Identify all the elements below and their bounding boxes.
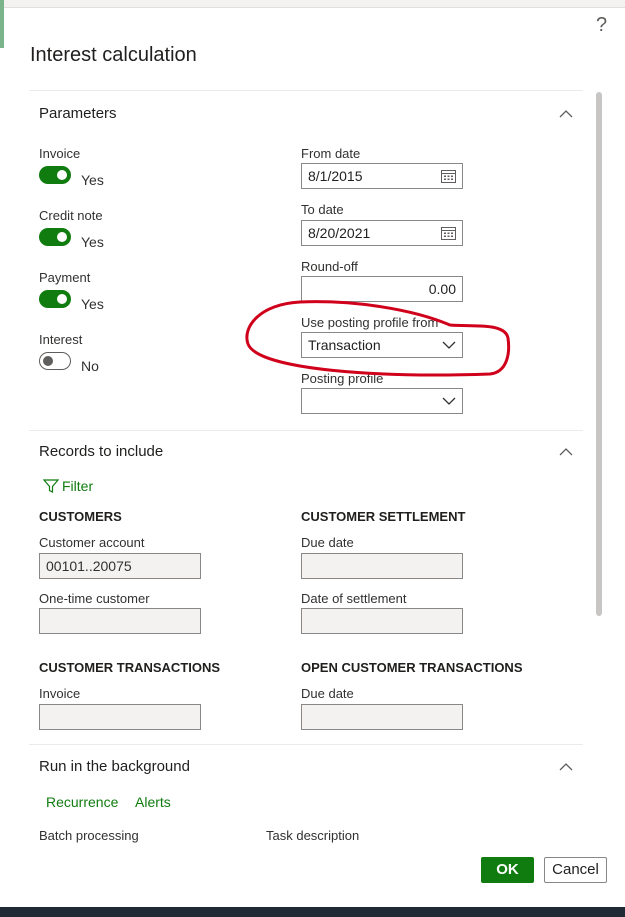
help-icon[interactable]: ? — [596, 14, 607, 37]
posting-from-label: Use posting profile from — [301, 315, 439, 330]
open-transactions-due-date-label: Due date — [301, 686, 354, 701]
credit-note-toggle-value: Yes — [81, 234, 104, 250]
to-date-input[interactable]: 8/20/2021 — [301, 220, 463, 246]
toggle-knob — [57, 170, 67, 180]
one-time-customer-field[interactable] — [39, 608, 201, 634]
customer-account-label: Customer account — [39, 535, 145, 550]
chevron-down-icon[interactable] — [442, 396, 456, 406]
chevron-down-icon[interactable] — [442, 340, 456, 350]
settlement-heading: CUSTOMER SETTLEMENT — [301, 509, 466, 524]
interest-toggle[interactable] — [39, 352, 71, 370]
chevron-up-icon[interactable] — [559, 445, 573, 459]
background-heading[interactable]: Run in the background — [39, 758, 190, 775]
round-off-value: 0.00 — [428, 281, 456, 297]
scrollbar[interactable] — [596, 92, 602, 616]
transactions-invoice-label: Invoice — [39, 686, 81, 701]
posting-from-value: Transaction — [308, 337, 381, 353]
dialog-content: Parameters Invoice Yes Credit note Yes P… — [29, 90, 583, 850]
taskbar — [0, 907, 625, 917]
invoice-toggle[interactable] — [39, 166, 71, 184]
settlement-due-date-field[interactable] — [301, 553, 463, 579]
round-off-label: Round-off — [301, 259, 358, 274]
settlement-date-label: Date of settlement — [301, 591, 407, 606]
settlement-date-field[interactable] — [301, 608, 463, 634]
from-date-value: 8/1/2015 — [308, 168, 363, 184]
ok-button[interactable]: OK — [481, 857, 534, 883]
dialog-title: Interest calculation — [30, 44, 197, 66]
task-description-label: Task description — [266, 828, 360, 843]
customer-account-value: 00101..20075 — [46, 558, 132, 574]
top-bar — [0, 0, 625, 8]
cancel-button[interactable]: Cancel — [544, 857, 607, 883]
customers-heading: CUSTOMERS — [39, 509, 122, 524]
interest-toggle-value: No — [81, 358, 99, 374]
section-divider — [29, 430, 583, 431]
invoice-toggle-label: Invoice — [39, 146, 81, 161]
credit-note-toggle[interactable] — [39, 228, 71, 246]
customer-transactions-heading: CUSTOMER TRANSACTIONS — [39, 660, 221, 675]
one-time-customer-label: One-time customer — [39, 591, 150, 606]
posting-from-select[interactable]: Transaction — [301, 332, 463, 358]
toggle-knob — [57, 232, 67, 242]
invoice-toggle-value: Yes — [81, 172, 104, 188]
recurrence-link[interactable]: Recurrence — [46, 794, 118, 810]
open-transactions-due-date-field[interactable] — [301, 704, 463, 730]
to-date-value: 8/20/2021 — [308, 225, 371, 241]
accent-edge — [0, 0, 4, 48]
credit-note-toggle-label: Credit note — [39, 208, 103, 223]
parameters-heading[interactable]: Parameters — [39, 105, 117, 122]
to-date-label: To date — [301, 202, 344, 217]
alerts-link[interactable]: Alerts — [135, 794, 171, 810]
calendar-icon[interactable] — [441, 226, 456, 240]
section-divider — [29, 744, 583, 745]
settlement-due-date-label: Due date — [301, 535, 354, 550]
posting-profile-select[interactable] — [301, 388, 463, 414]
payment-toggle-value: Yes — [81, 296, 104, 312]
from-date-input[interactable]: 8/1/2015 — [301, 163, 463, 189]
batch-processing-label: Batch processing — [39, 828, 139, 843]
customer-account-field[interactable]: 00101..20075 — [39, 553, 201, 579]
chevron-up-icon[interactable] — [559, 107, 573, 121]
filter-link[interactable]: Filter — [62, 478, 93, 494]
filter-icon[interactable] — [43, 478, 59, 494]
toggle-knob — [57, 294, 67, 304]
payment-toggle[interactable] — [39, 290, 71, 308]
interest-toggle-label: Interest — [39, 332, 83, 347]
payment-toggle-label: Payment — [39, 270, 91, 285]
from-date-label: From date — [301, 146, 361, 161]
posting-profile-label: Posting profile — [301, 371, 384, 386]
records-heading[interactable]: Records to include — [39, 443, 163, 460]
calendar-icon[interactable] — [441, 169, 456, 183]
open-transactions-heading: OPEN CUSTOMER TRANSACTIONS — [301, 660, 523, 675]
toggle-knob — [43, 356, 53, 366]
section-divider — [29, 90, 583, 91]
transactions-invoice-field[interactable] — [39, 704, 201, 730]
round-off-input[interactable]: 0.00 — [301, 276, 463, 302]
chevron-up-icon[interactable] — [559, 760, 573, 774]
